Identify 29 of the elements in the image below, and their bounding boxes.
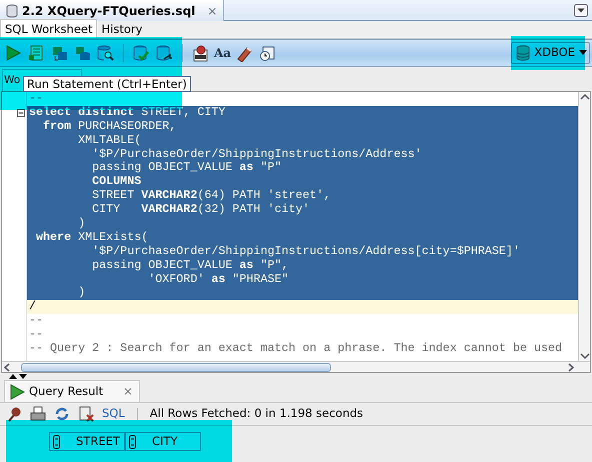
status-text: All Rows Fetched: 0 in 1.198 seconds: [150, 405, 364, 422]
close-icon[interactable]: ×: [123, 382, 133, 400]
font-button[interactable]: Aa: [214, 44, 232, 62]
code-comment: -- Query 2 : Search for an exact match on a phrase. The index cannot be used: [28, 342, 564, 356]
database-icon: [6, 4, 18, 18]
print-icon[interactable]: [30, 406, 46, 422]
scroll-up-icon[interactable]: [580, 92, 590, 102]
tooltip: Run Statement (Ctrl+Enter): [23, 76, 191, 92]
sql-link[interactable]: SQL: [102, 405, 125, 423]
refresh-icon[interactable]: [54, 406, 70, 422]
worksheet-tab[interactable]: SQL Worksheet: [0, 19, 98, 38]
document-tab[interactable]: 2.2 XQuery-FTQueries.sql ×: [0, 0, 224, 21]
delete-document-icon[interactable]: [78, 406, 94, 422]
tab-title: 2.2 XQuery-FTQueries.sql: [22, 2, 196, 20]
scroll-right-icon[interactable]: [567, 362, 576, 372]
play-icon: [9, 384, 25, 400]
pin-icon[interactable]: [6, 406, 22, 422]
dropdown-icon[interactable]: [574, 4, 588, 16]
splitter-arrows-icon[interactable]: [8, 373, 28, 379]
scroll-down-icon[interactable]: [580, 351, 590, 361]
code-comment: --: [28, 328, 44, 342]
code-comment: --: [28, 92, 44, 106]
scrollbar-thumb[interactable]: [21, 362, 331, 372]
worksheet-tab[interactable]: History: [97, 20, 146, 38]
clock-icon[interactable]: [258, 44, 278, 62]
result-tab[interactable]: Query Result ×: [4, 380, 140, 402]
code-comment: --: [28, 314, 44, 328]
close-icon[interactable]: ×: [207, 2, 218, 20]
scroll-left-icon[interactable]: [2, 362, 11, 372]
